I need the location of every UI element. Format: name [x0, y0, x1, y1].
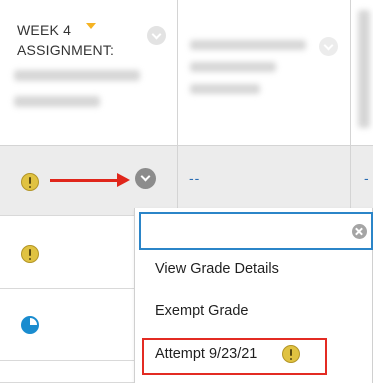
clear-icon[interactable]	[352, 224, 367, 239]
in-progress-icon[interactable]	[21, 316, 39, 334]
grade-center-header: WEEK 4 ASSIGNMENT:	[0, 0, 373, 146]
column-menu-chevron-icon[interactable]	[319, 37, 338, 56]
redacted-text	[190, 40, 306, 50]
column-title-line2: ASSIGNMENT:	[17, 42, 115, 58]
annotation-arrow	[50, 179, 120, 182]
redacted-text	[190, 84, 260, 94]
column-divider	[177, 0, 178, 216]
sort-arrow-icon[interactable]	[86, 23, 96, 29]
redacted-text	[190, 62, 276, 72]
grade-value[interactable]: --	[189, 170, 200, 186]
column-divider	[350, 0, 351, 216]
warning-icon[interactable]	[21, 173, 39, 191]
redacted-text	[358, 10, 370, 128]
redacted-text	[14, 96, 100, 107]
menu-item-view-grade-details[interactable]: View Grade Details	[155, 261, 279, 277]
warning-icon[interactable]	[21, 245, 39, 263]
menu-search-input[interactable]	[139, 212, 373, 250]
annotation-arrow-head	[117, 173, 130, 187]
column-title[interactable]: WEEK 4 ASSIGNMENT:	[17, 20, 114, 60]
redacted-text	[14, 70, 140, 81]
column-title-line1: WEEK 4	[17, 22, 72, 38]
column-menu-chevron-icon[interactable]	[147, 26, 166, 45]
menu-item-exempt-grade[interactable]: Exempt Grade	[155, 303, 249, 319]
cell-menu-chevron-icon[interactable]	[135, 168, 156, 189]
annotation-highlight-box	[142, 338, 327, 375]
grade-value[interactable]: -	[364, 170, 369, 186]
